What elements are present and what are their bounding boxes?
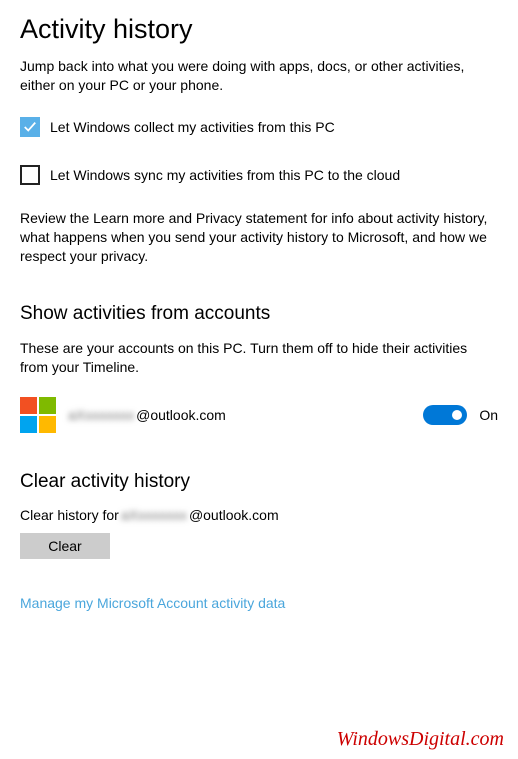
clear-button[interactable]: Clear — [20, 533, 110, 559]
page-title: Activity history — [20, 14, 498, 45]
microsoft-logo-icon — [20, 397, 56, 433]
clear-heading: Clear activity history — [20, 471, 498, 493]
email-suffix: @outlook.com — [189, 507, 279, 523]
account-toggle-wrap: On — [423, 405, 498, 425]
toggle-state-label: On — [479, 407, 498, 423]
email-suffix: @outlook.com — [136, 407, 226, 423]
email-obscured: aXxxxxxxx — [68, 407, 134, 423]
accounts-heading: Show activities from accounts — [20, 303, 498, 325]
checkbox-collect-activities[interactable]: Let Windows collect my activities from t… — [20, 117, 498, 137]
checkbox-label: Let Windows collect my activities from t… — [50, 119, 335, 135]
checkbox-label: Let Windows sync my activities from this… — [50, 167, 400, 183]
account-email: aXxxxxxxx@outlook.com — [68, 407, 411, 423]
checkbox-sync-activities[interactable]: Let Windows sync my activities from this… — [20, 165, 498, 185]
watermark: WindowsDigital.com — [337, 728, 504, 751]
account-item: aXxxxxxxx@outlook.com On — [20, 397, 498, 433]
clear-desc: Clear history for aXxxxxxxx@outlook.com — [20, 507, 498, 523]
privacy-note: Review the Learn more and Privacy statem… — [20, 209, 498, 266]
checkbox-icon[interactable] — [20, 165, 40, 185]
accounts-desc: These are your accounts on this PC. Turn… — [20, 339, 498, 377]
manage-account-link[interactable]: Manage my Microsoft Account activity dat… — [20, 595, 498, 611]
checkbox-icon[interactable] — [20, 117, 40, 137]
page-intro: Jump back into what you were doing with … — [20, 57, 498, 95]
email-obscured: aXxxxxxxx — [121, 507, 187, 523]
account-toggle[interactable] — [423, 405, 467, 425]
